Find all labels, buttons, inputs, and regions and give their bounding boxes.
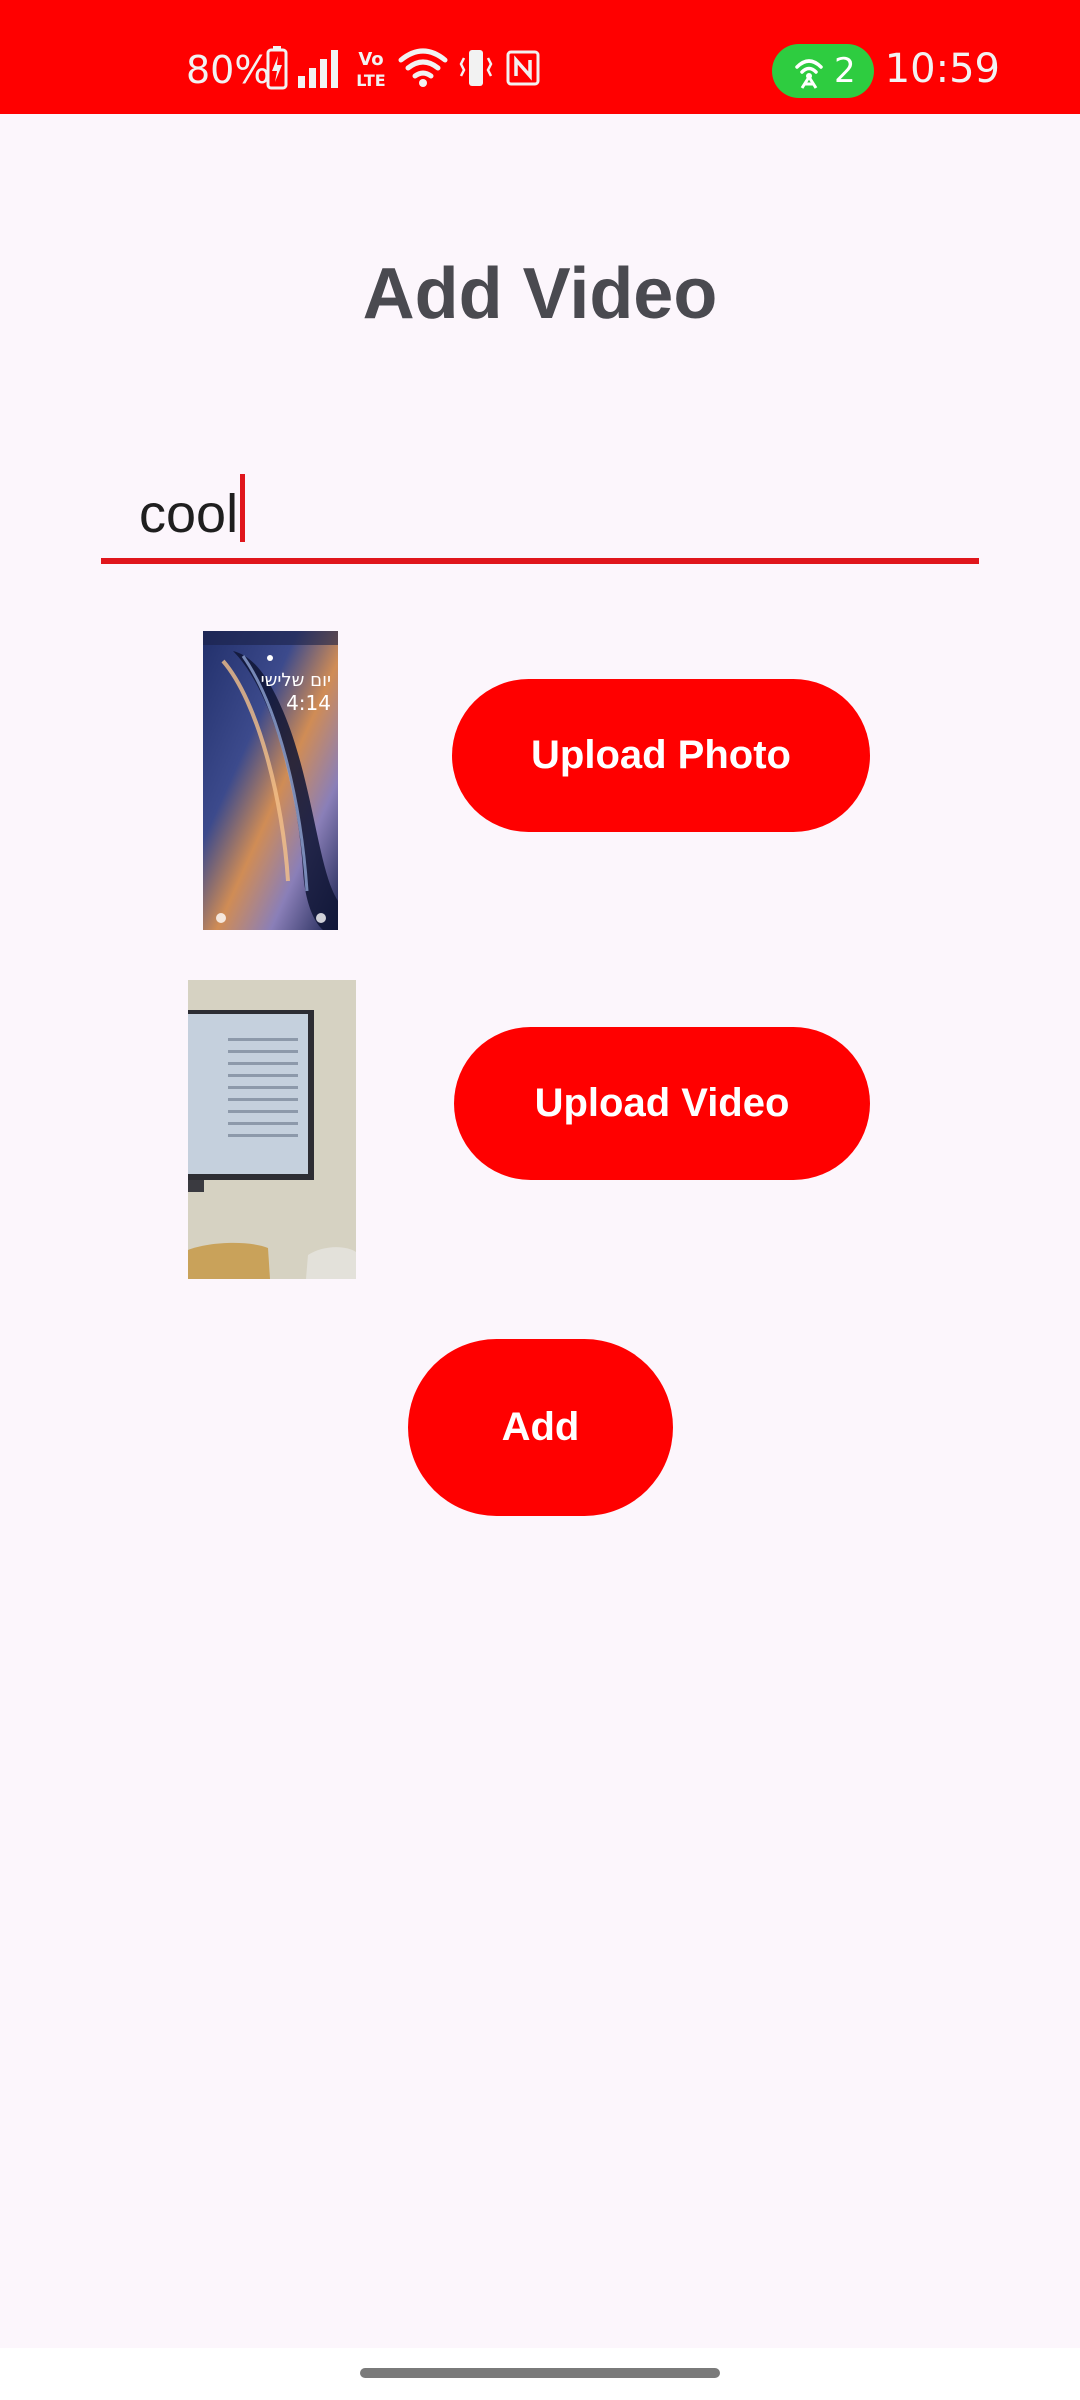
svg-text:LTE: LTE (356, 71, 385, 90)
photo-thumbnail: יום שלישי 4:14 (203, 631, 338, 930)
add-button[interactable]: Add (408, 1339, 673, 1516)
video-title-value: cool (139, 484, 239, 544)
field-underline (101, 558, 979, 564)
svg-text:יום שלישי: יום שלישי (261, 670, 331, 691)
hotspot-count: 2 (834, 51, 856, 91)
status-bar: 80% Vo LTE 2 10:59 (0, 0, 1080, 114)
lock-screen-image: יום שלישי 4:14 (203, 631, 338, 930)
nfc-icon (506, 50, 540, 86)
battery-charging-icon (266, 46, 288, 90)
video-thumbnail (188, 980, 356, 1279)
clock: 10:59 (884, 46, 1000, 92)
battery-percent: 80% (186, 48, 271, 92)
video-frame-image (188, 980, 356, 1279)
gesture-handle[interactable] (360, 2368, 720, 2378)
text-cursor (240, 474, 246, 542)
signal-icon (298, 50, 338, 88)
svg-text:4:14: 4:14 (286, 691, 331, 715)
svg-text:Vo: Vo (358, 49, 383, 70)
video-title-field[interactable]: cool (101, 440, 979, 564)
upload-video-button[interactable]: Upload Video (454, 1027, 870, 1180)
hotspot-badge: 2 (772, 44, 874, 98)
vibrate-icon (459, 50, 493, 86)
video-title-input[interactable]: cool (139, 474, 246, 546)
volte-icon: Vo LTE (356, 49, 385, 90)
page-title: Add Video (362, 254, 718, 334)
upload-photo-button[interactable]: Upload Photo (452, 679, 870, 832)
wifi-icon (398, 48, 448, 87)
hotspot-icon (795, 59, 823, 89)
